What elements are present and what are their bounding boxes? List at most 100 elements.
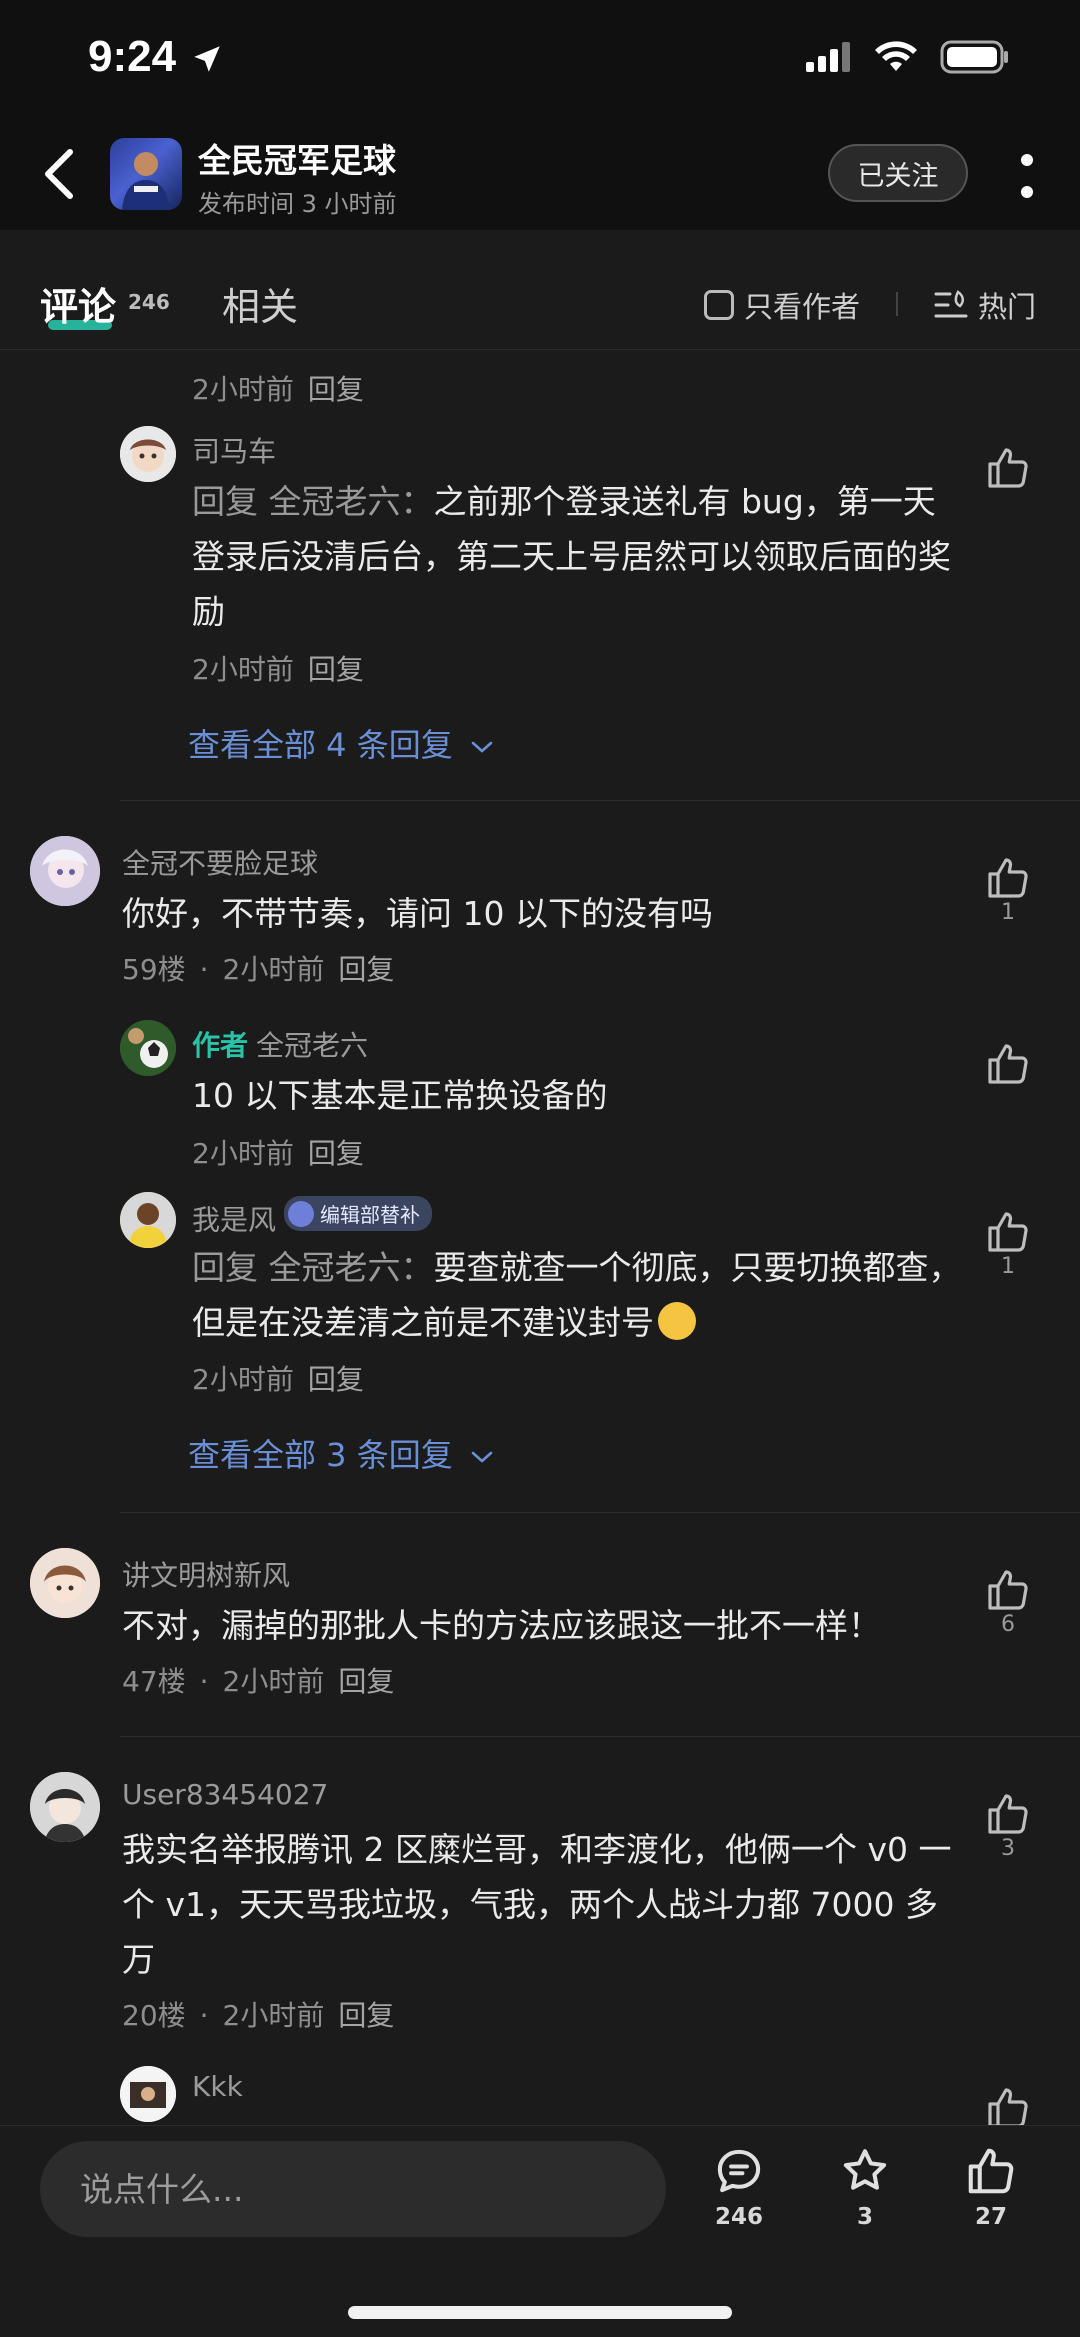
comment-bubble-icon (717, 2149, 761, 2193)
status-bar: 9:24 (0, 0, 1080, 120)
bottom-action-bar: 246 3 27 (0, 2125, 1080, 2337)
reply-meta: 2小时前 回复 (192, 373, 364, 406)
tab-comments[interactable]: 评论 (40, 276, 116, 331)
like-count: 6 (1001, 1612, 1015, 1637)
reply-username[interactable]: 司马车 (192, 430, 276, 470)
reply-button[interactable]: 回复 (308, 373, 364, 406)
more-options-icon[interactable] (1012, 148, 1042, 204)
only-author-label: 只看作者 (744, 290, 861, 324)
reply-button[interactable]: 回复 (338, 1999, 394, 2032)
account-avatar[interactable] (110, 138, 182, 210)
divider (120, 1512, 1080, 1513)
comment-input[interactable] (40, 2141, 666, 2237)
avatar[interactable] (30, 1548, 100, 1618)
reply-text[interactable]: 回复 全冠老六：要查就查一个彻底，只要切换都查，但是在没差清之前是不建议封号 (192, 1240, 972, 1350)
like-button[interactable]: 6 (980, 1566, 1036, 1637)
follow-button[interactable]: 已关注 (828, 144, 968, 202)
comment-text[interactable]: 我实名举报腾讯 2 区糜烂哥，和李渡化，他俩一个 v0 一个 v1，天天骂我垃圾… (122, 1822, 964, 1987)
author-tag: 作者 (192, 1029, 249, 1062)
star-icon (843, 2149, 887, 2190)
reply-meta: 2小时前 回复 (192, 653, 364, 686)
like-button[interactable]: 1 (980, 854, 1036, 925)
like-button[interactable] (980, 2084, 1036, 2125)
reply-button[interactable]: 回复 (308, 1363, 364, 1396)
comment-input-box[interactable] (40, 2141, 666, 2237)
thumbs-up-icon (988, 1570, 1028, 1610)
favorite-button[interactable]: 3 (820, 2144, 910, 2230)
reply-button[interactable]: 回复 (308, 653, 364, 686)
avatar[interactable] (120, 2066, 176, 2122)
reply-meta: 2小时前 回复 (192, 1137, 364, 1170)
like-count: 27 (974, 2204, 1007, 2230)
sort-icon (934, 290, 968, 318)
reply-text[interactable]: 回复 全冠老六：之前那个登录送礼有 bug，第一天登录后没清后台，第二天上号居然… (192, 474, 962, 639)
like-count: 1 (1001, 1254, 1015, 1279)
home-indicator[interactable] (348, 2306, 732, 2319)
thumbs-up-icon (988, 858, 1028, 898)
comment-username[interactable]: 讲文明树新风 (122, 1554, 290, 1594)
sort-hot-button[interactable]: 热门 (934, 284, 1036, 326)
cellular-signal-icon (806, 42, 850, 72)
publish-time: 发布时间 3 小时前 (198, 190, 397, 218)
status-time: 9:24 (88, 32, 177, 81)
wifi-icon (875, 41, 917, 71)
tab-divider (896, 292, 898, 316)
chevron-down-icon (471, 1451, 493, 1463)
reply-username[interactable]: 我是风 编辑部替补 (192, 1196, 433, 1239)
thumbs-up-icon (968, 2148, 1014, 2194)
account-name[interactable]: 全民冠军足球 (198, 134, 396, 182)
comment-meta: 59楼 · 2小时前 回复 (122, 953, 395, 986)
comments-button[interactable]: 246 (694, 2144, 784, 2230)
back-arrow-icon[interactable] (36, 144, 86, 204)
reply-button[interactable]: 回复 (308, 1137, 364, 1170)
like-button[interactable]: 1 (980, 1208, 1036, 1279)
divider (120, 1736, 1080, 1737)
chevron-down-icon (471, 741, 493, 753)
comment-meta: 20楼 · 2小时前 回复 (122, 1999, 395, 2032)
location-arrow-icon (194, 46, 220, 72)
like-button[interactable] (980, 444, 1036, 496)
comment-text[interactable]: 你好，不带节奏，请问 10 以下的没有吗 (122, 886, 962, 941)
reply-text[interactable]: 10 以下基本是正常换设备的 (192, 1068, 962, 1123)
reply-target: 回复 全冠老六： (192, 1248, 434, 1287)
only-author-checkbox[interactable] (704, 290, 734, 320)
like-count: 3 (1001, 1836, 1015, 1861)
like-button[interactable]: 3 (980, 1790, 1036, 1861)
reply-button[interactable]: 回复 (338, 953, 394, 986)
badge-thumb-icon (288, 1200, 315, 1227)
expand-replies-link[interactable]: 查看全部 4 条回复 (188, 720, 495, 766)
comment-username[interactable]: User83454027 (122, 1778, 328, 1811)
reply-button[interactable]: 回复 (338, 1665, 394, 1698)
reply-username[interactable]: Kkk (192, 2070, 243, 2103)
reply-meta: 2小时前 回复 (192, 1363, 364, 1396)
reply-username[interactable]: 作者 全冠老六 (192, 1024, 368, 1064)
thumbs-up-icon (988, 448, 1028, 488)
post-like-button[interactable]: 27 (946, 2144, 1036, 2230)
only-author-filter[interactable]: 只看作者 (704, 284, 860, 326)
thumbs-up-icon (988, 1044, 1028, 1084)
thumbs-up-icon (988, 2088, 1028, 2125)
comment-tabs: 评论 246 相关 只看作者 热门 (0, 230, 1080, 350)
thumbs-up-icon (988, 1212, 1028, 1252)
comment-username[interactable]: 全冠不要脸足球 (122, 842, 318, 882)
reply-target: 回复 全冠老六： (192, 482, 434, 521)
avatar[interactable] (30, 1772, 100, 1842)
battery-icon (940, 40, 1008, 74)
user-badge: 编辑部替补 (284, 1196, 433, 1231)
like-button[interactable] (980, 1040, 1036, 1092)
emoji-icon (658, 1302, 696, 1340)
comment-meta: 47楼 · 2小时前 回复 (122, 1665, 395, 1698)
comments-count: 246 (714, 2204, 763, 2230)
comment-text[interactable]: 不对，漏掉的那批人卡的方法应该跟这一批不一样！ (122, 1598, 962, 1653)
sort-label: 热门 (978, 290, 1037, 324)
post-header: 全民冠军足球 发布时间 3 小时前 已关注 (0, 120, 1080, 230)
favorite-count: 3 (856, 2204, 873, 2230)
comment-list[interactable]: 2小时前 回复 司马车 回复 全冠老六：之前那个登录送礼有 bug，第一天登录后没… (0, 350, 1080, 2125)
expand-replies-link[interactable]: 查看全部 3 条回复 (188, 1430, 495, 1476)
tab-related[interactable]: 相关 (222, 276, 298, 331)
avatar[interactable] (120, 1020, 176, 1076)
avatar[interactable] (120, 1192, 176, 1248)
comments-count: 246 (128, 290, 170, 314)
avatar[interactable] (30, 836, 100, 906)
avatar[interactable] (120, 426, 176, 482)
